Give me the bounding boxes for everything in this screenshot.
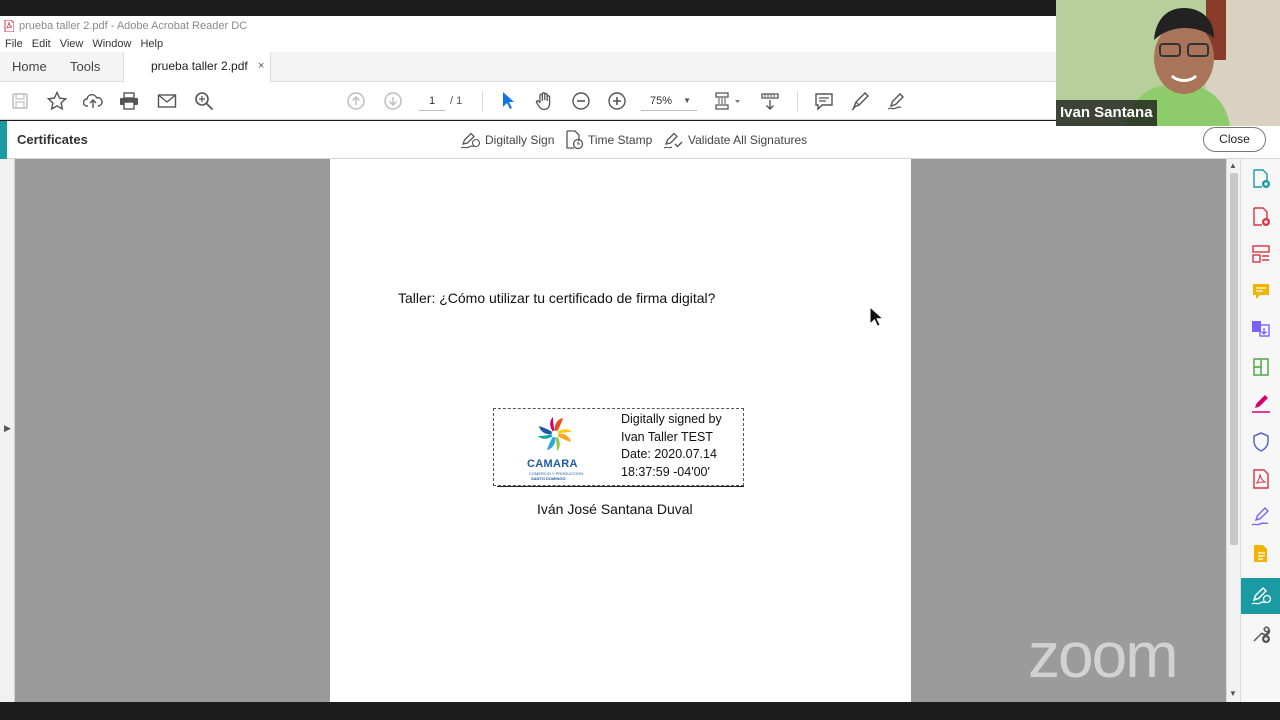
send-for-review-icon[interactable] [1250, 543, 1272, 565]
digitally-sign-label: Digitally Sign [485, 133, 555, 147]
more-tools-icon[interactable] [1250, 623, 1272, 645]
select-cursor-icon[interactable] [498, 91, 518, 111]
menu-edit[interactable]: Edit [32, 38, 51, 50]
page-display-icon[interactable] [712, 91, 744, 111]
signature-line-4: 18:37:59 -04'00' [621, 464, 710, 479]
zoom-level-select[interactable]: 75% ▼ [641, 91, 697, 111]
expand-arrow-icon: ▶ [4, 423, 11, 433]
pdf-file-icon [4, 19, 14, 32]
participant-name: Ivan Santana [1056, 100, 1157, 126]
sign-pen-icon [460, 132, 481, 149]
time-stamp-icon [566, 130, 584, 150]
toolbar-separator [482, 91, 483, 111]
edit-pdf-icon[interactable] [1250, 243, 1272, 265]
signature-line-3: Date: 2020.07.14 [621, 447, 717, 461]
toolbar-separator [797, 91, 798, 111]
fill-and-sign-icon[interactable] [1250, 393, 1272, 415]
tab-document-label: prueba taller 2.pdf [151, 59, 248, 73]
menu-file[interactable]: File [5, 38, 23, 50]
fill-sign-icon[interactable] [886, 91, 906, 111]
cloud-upload-icon[interactable] [83, 91, 103, 111]
certificates-accent-bar [0, 121, 7, 159]
page-total: / 1 [450, 95, 463, 107]
signature-field[interactable]: CAMARA COMERCIO Y PRODUCCION SANTO DOMIN… [493, 408, 744, 486]
next-page-icon[interactable] [383, 91, 403, 111]
organize-pages-icon[interactable] [1250, 356, 1272, 378]
tab-bar: Home Tools prueba taller 2.pdf × [0, 52, 1056, 82]
signature-line-2: Ivan Taller TEST [621, 429, 713, 444]
zoom-watermark: zoom [1028, 619, 1178, 691]
validate-signatures-label: Validate All Signatures [688, 133, 808, 147]
page-number-input[interactable]: 1 [419, 91, 445, 111]
comment-tool-icon[interactable] [1250, 281, 1272, 303]
pdf-page: Taller: ¿Cómo utilizar tu certificado de… [330, 159, 911, 702]
scroll-down-icon[interactable]: ▼ [1229, 689, 1237, 698]
export-pdf-icon[interactable] [1250, 168, 1272, 190]
zoom-level-value: 75% [650, 95, 673, 107]
menubar: File Edit View Window Help [0, 35, 1056, 52]
signature-line-1: Digitally signed by [621, 412, 722, 426]
scroll-mode-icon[interactable] [760, 91, 780, 111]
chevron-down-icon: ▼ [683, 96, 691, 105]
participant-video[interactable]: Ivan Santana [1056, 0, 1280, 126]
right-tools-panel [1240, 159, 1280, 702]
combine-files-icon[interactable] [1250, 318, 1272, 340]
tab-close-icon[interactable]: × [258, 52, 264, 81]
validate-pen-icon [663, 132, 683, 149]
validate-signatures-button[interactable]: Validate All Signatures [662, 129, 807, 151]
request-signatures-icon[interactable] [1250, 506, 1272, 528]
acrobat-pdf-icon[interactable] [1250, 468, 1272, 490]
time-stamp-button[interactable]: Time Stamp [564, 129, 652, 151]
vertical-scrollbar[interactable]: ▲ ▼ [1226, 159, 1240, 702]
window-titlebar: prueba taller 2.pdf - Adobe Acrobat Read… [0, 16, 1056, 35]
close-certificates-button[interactable]: Close [1203, 127, 1266, 152]
bookmark-star-icon[interactable] [47, 91, 67, 111]
camara-logo: CAMARA COMERCIO Y PRODUCCION SANTO DOMIN… [521, 414, 591, 481]
scroll-up-icon[interactable]: ▲ [1229, 161, 1237, 170]
menu-window[interactable]: Window [92, 38, 131, 50]
digitally-sign-button[interactable]: Digitally Sign [459, 129, 554, 151]
logo-subtitle-2: SANTO DOMINGO [531, 476, 566, 481]
certificates-toolbar: Certificates Digitally Sign Time Stamp V… [0, 121, 1280, 159]
save-icon[interactable] [10, 91, 30, 111]
signer-name: Iván José Santana Duval [537, 501, 693, 517]
print-icon[interactable] [119, 91, 139, 111]
signature-details: Digitally signed by Ivan Taller TEST Dat… [621, 411, 722, 481]
hand-tool-icon[interactable] [534, 91, 554, 111]
zoom-in-icon[interactable] [607, 91, 627, 111]
left-panel-toggle[interactable]: ▶ [0, 159, 15, 702]
time-stamp-label: Time Stamp [588, 133, 653, 147]
protect-shield-icon[interactable] [1250, 431, 1272, 453]
zoom-out-icon[interactable] [571, 91, 591, 111]
tab-document[interactable]: prueba taller 2.pdf × [123, 52, 271, 82]
scrollbar-thumb[interactable] [1230, 173, 1238, 545]
comment-icon[interactable] [814, 91, 834, 111]
document-heading: Taller: ¿Cómo utilizar tu certificado de… [398, 290, 716, 306]
email-icon[interactable] [157, 91, 177, 111]
highlight-pen-icon[interactable] [850, 91, 870, 111]
create-pdf-icon[interactable] [1250, 206, 1272, 228]
menu-view[interactable]: View [60, 38, 84, 50]
certificates-tool-icon[interactable] [1241, 578, 1280, 614]
certificates-title: Certificates [17, 132, 88, 147]
menu-help[interactable]: Help [140, 38, 163, 50]
logo-brand-text: CAMARA [527, 458, 578, 470]
mouse-pointer-icon [869, 305, 885, 328]
window-title: prueba taller 2.pdf - Adobe Acrobat Read… [19, 19, 248, 32]
tab-home[interactable]: Home [12, 52, 47, 81]
previous-page-icon[interactable] [346, 91, 366, 111]
search-icon[interactable] [194, 91, 214, 111]
screen-bottom-strip [0, 702, 1280, 720]
tab-tools[interactable]: Tools [70, 52, 100, 81]
signature-underline [497, 486, 744, 487]
